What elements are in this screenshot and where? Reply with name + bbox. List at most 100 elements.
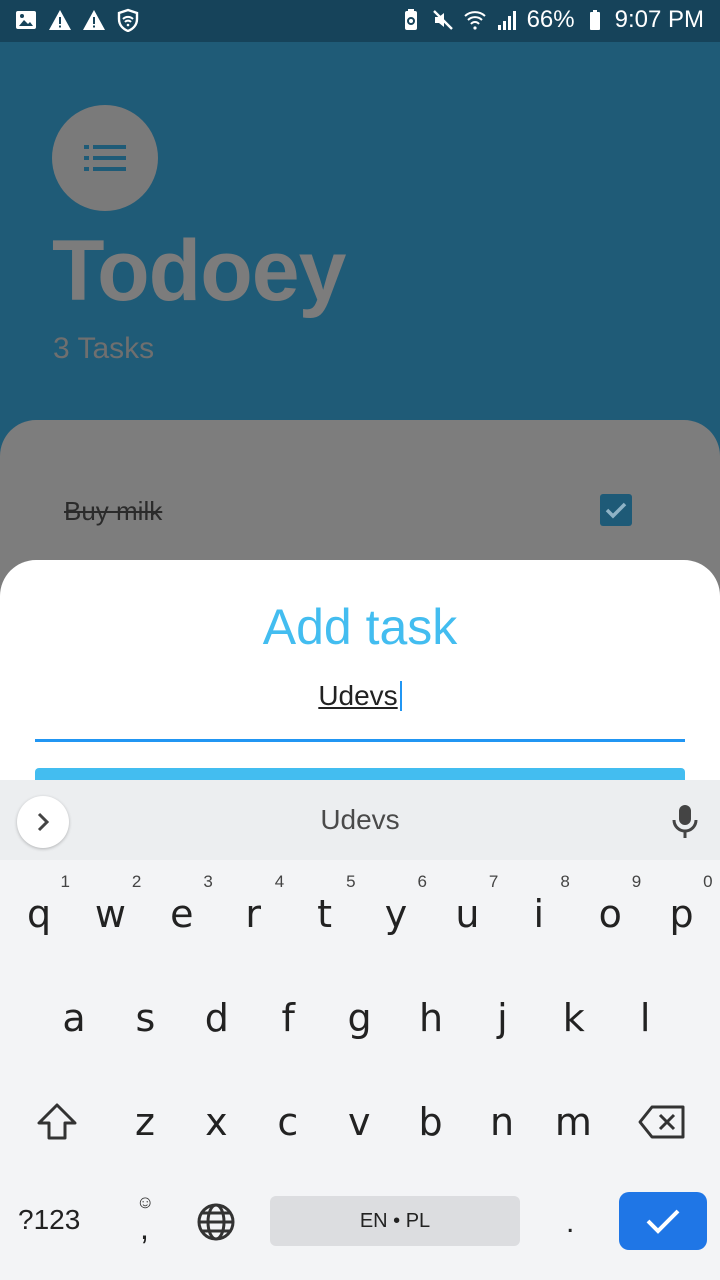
- key-char: u: [455, 892, 480, 936]
- suggestion-strip: Udevs: [0, 780, 720, 860]
- suggestion-word[interactable]: Udevs: [0, 804, 720, 836]
- key-y[interactable]: y6: [361, 872, 431, 952]
- key-v[interactable]: v: [324, 1080, 394, 1160]
- key-char: t: [317, 892, 333, 936]
- soft-keyboard: Udevs q1w2e3r4t5y6u7i8o9p0 asdfghjkl zxc…: [0, 780, 720, 1280]
- status-bar: 66% 9:07 PM: [0, 0, 720, 42]
- battery-saver-icon: [404, 9, 417, 30]
- key-hint-number: 8: [560, 872, 570, 891]
- key-hint-number: 9: [631, 872, 642, 891]
- key-char: o: [598, 892, 622, 936]
- key-f[interactable]: f: [253, 976, 323, 1056]
- key-hint-number: 2: [131, 872, 142, 891]
- task-label: Buy milk: [64, 496, 163, 526]
- key-hint-number: 4: [274, 872, 285, 891]
- key-char: x: [205, 1100, 228, 1144]
- done-button[interactable]: [619, 1192, 707, 1250]
- key-hint-number: 6: [417, 872, 427, 891]
- key-char: b: [418, 1100, 443, 1144]
- key-char: p: [669, 892, 694, 936]
- space-bar[interactable]: EN • PL: [270, 1196, 520, 1246]
- add-task-sheet: Add task Udevs: [0, 560, 720, 808]
- key-char: y: [384, 892, 408, 936]
- warning-icon: [83, 10, 105, 30]
- key-h[interactable]: h: [396, 976, 466, 1056]
- key-o[interactable]: o9: [575, 872, 645, 952]
- task-input[interactable]: Udevs: [35, 670, 685, 742]
- key-hint-number: 5: [346, 872, 356, 891]
- app-title: Todoey: [52, 223, 346, 319]
- key-g[interactable]: g: [325, 976, 395, 1056]
- sheet-title: Add task: [262, 599, 458, 655]
- wifi-icon: [463, 11, 486, 30]
- key-char: h: [418, 996, 444, 1040]
- key-b[interactable]: b: [396, 1080, 466, 1160]
- key-hint-number: 3: [203, 872, 213, 891]
- comma-char: ,: [140, 1210, 149, 1246]
- key-z[interactable]: z: [110, 1080, 180, 1160]
- key-char: n: [489, 1100, 515, 1144]
- image-icon: [16, 11, 36, 29]
- key-char: c: [277, 1100, 299, 1144]
- key-n[interactable]: n: [467, 1080, 537, 1160]
- microphone-icon[interactable]: [670, 804, 700, 840]
- shift-icon[interactable]: [36, 1102, 78, 1142]
- key-p[interactable]: p0: [647, 872, 717, 952]
- key-s[interactable]: s: [110, 976, 180, 1056]
- task-item[interactable]: Buy milk: [64, 494, 664, 536]
- shield-wifi-icon: [117, 8, 139, 32]
- backspace-icon[interactable]: [638, 1104, 686, 1140]
- key-a[interactable]: a: [39, 976, 109, 1056]
- key-char: r: [245, 892, 261, 936]
- key-char: s: [135, 996, 156, 1040]
- period-key[interactable]: .: [566, 1206, 574, 1240]
- clock: 9:07 PM: [614, 6, 704, 33]
- key-char: e: [170, 892, 194, 936]
- comma-key[interactable]: ☺ ,: [130, 1192, 160, 1252]
- key-char: i: [533, 892, 545, 936]
- key-char: d: [204, 996, 229, 1040]
- key-char: v: [347, 1100, 371, 1144]
- key-i[interactable]: i8: [504, 872, 574, 952]
- key-k[interactable]: k: [539, 976, 609, 1056]
- check-icon: [605, 502, 627, 519]
- key-e[interactable]: e3: [147, 872, 217, 952]
- key-hint-number: 1: [60, 872, 70, 891]
- globe-icon[interactable]: [196, 1202, 236, 1242]
- key-c[interactable]: c: [253, 1080, 323, 1160]
- task-checkbox[interactable]: [600, 494, 632, 526]
- key-hint-number: 7: [488, 872, 499, 891]
- key-char: a: [62, 996, 86, 1040]
- key-m[interactable]: m: [538, 1080, 608, 1160]
- key-hint-number: 0: [703, 872, 713, 891]
- key-char: q: [26, 892, 52, 936]
- key-char: g: [347, 996, 372, 1040]
- key-r[interactable]: r4: [218, 872, 288, 952]
- key-t[interactable]: t5: [290, 872, 360, 952]
- warning-icon: [49, 10, 71, 30]
- key-x[interactable]: x: [181, 1080, 251, 1160]
- key-char: j: [497, 996, 508, 1040]
- key-w[interactable]: w2: [75, 872, 145, 952]
- key-char: w: [94, 892, 126, 936]
- app-logo: [52, 105, 158, 211]
- key-char: z: [135, 1100, 155, 1144]
- signal-icon: [497, 11, 516, 30]
- text-caret: [399, 681, 402, 711]
- task-input-value: Udevs: [318, 680, 398, 711]
- key-char: l: [639, 996, 651, 1040]
- mute-icon: [432, 10, 453, 30]
- key-l[interactable]: l: [610, 976, 680, 1056]
- key-d[interactable]: d: [182, 976, 252, 1056]
- check-icon: [646, 1209, 680, 1234]
- app-header: Todoey 3 Tasks: [0, 42, 720, 420]
- key-char: k: [562, 996, 585, 1040]
- battery-percent: 66%: [526, 6, 575, 33]
- list-icon: [84, 145, 126, 171]
- key-q[interactable]: q1: [4, 872, 74, 952]
- key-u[interactable]: u7: [432, 872, 502, 952]
- symbols-key[interactable]: ?123: [18, 1204, 98, 1236]
- key-char: m: [554, 1100, 592, 1144]
- battery-icon: [589, 10, 600, 30]
- key-j[interactable]: j: [467, 976, 537, 1056]
